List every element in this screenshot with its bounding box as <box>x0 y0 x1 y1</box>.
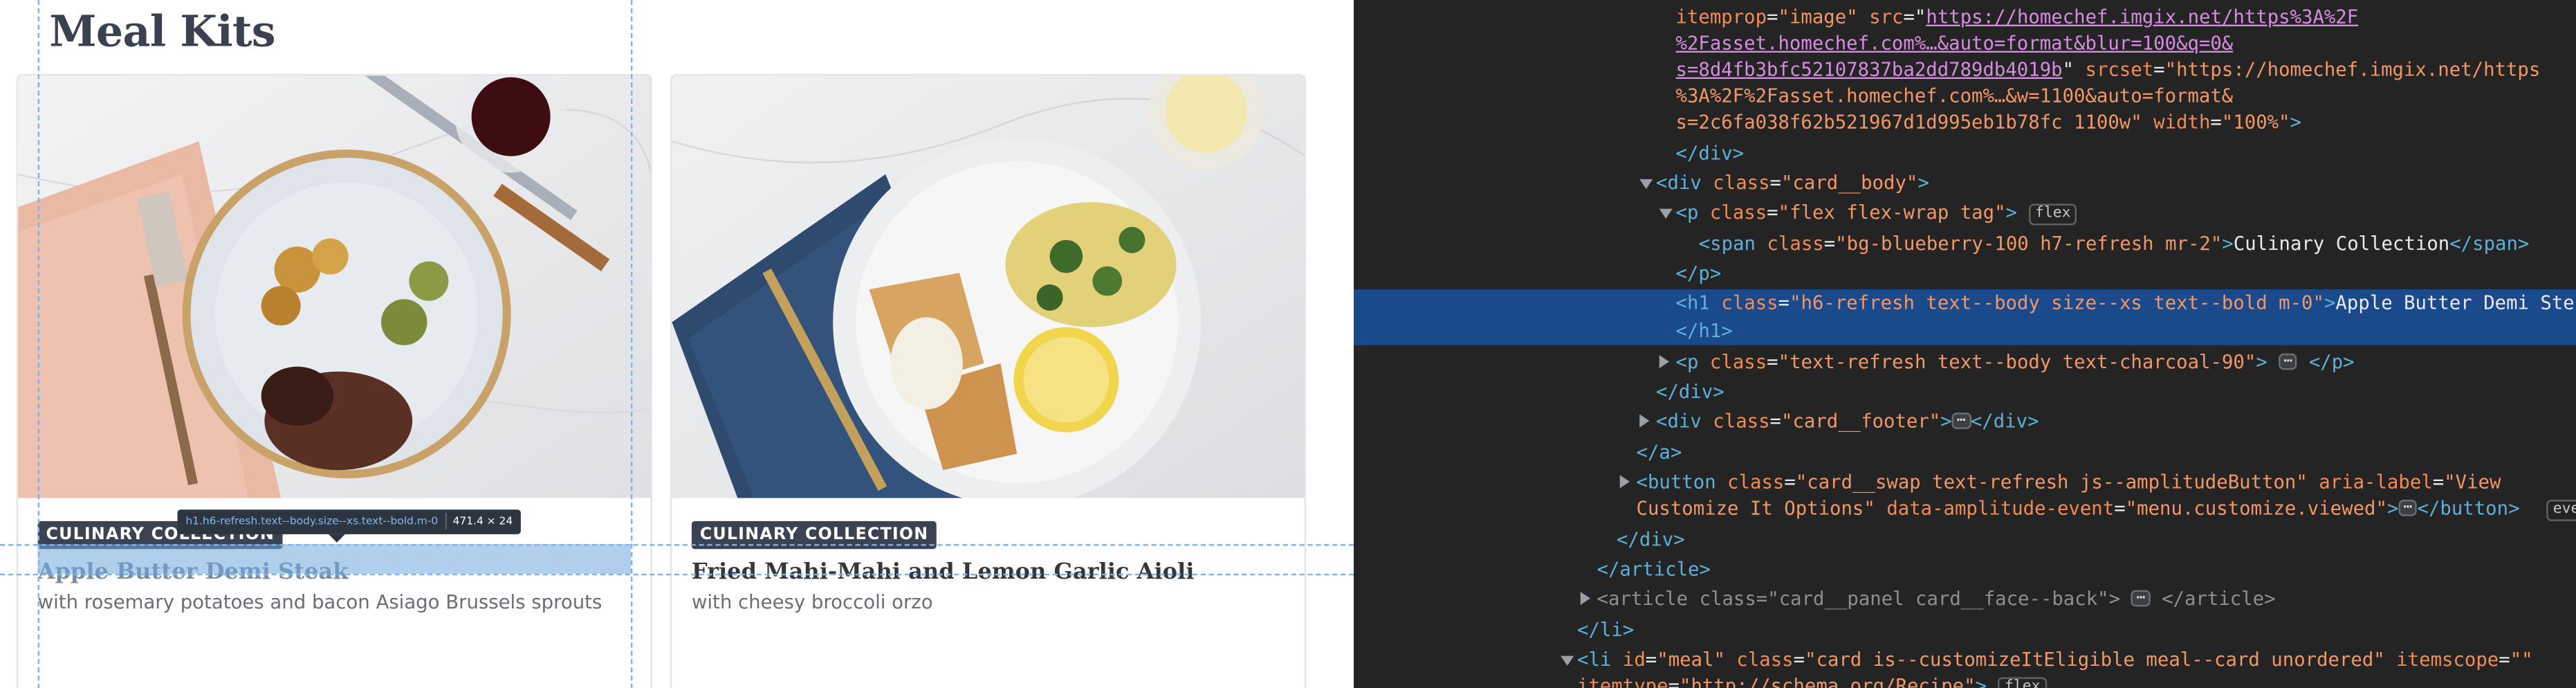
dom-line[interactable]: s=8d4fb3bfc52107837ba2dd789db4019b" srcs… <box>1676 56 2541 84</box>
dom-line[interactable]: Customize It Options" data-amplitude-eve… <box>1637 495 2520 523</box>
expand-triangle-icon[interactable] <box>1659 355 1669 368</box>
guide-line-horizontal <box>0 573 1354 576</box>
ellipsis-button[interactable]: ⋯ <box>2279 353 2298 370</box>
page-title: Meal Kits <box>49 8 275 58</box>
guide-line-vertical <box>37 0 39 688</box>
tooltip-size: 471.4 × 24 <box>452 514 513 528</box>
guide-line-horizontal <box>0 544 1354 546</box>
devtools-elements-panel[interactable]: itemprop="image" src="https://homechef.i… <box>1354 0 2576 688</box>
ellipsis-button[interactable]: ⋯ <box>2398 500 2418 516</box>
ellipsis-button[interactable]: ⋯ <box>2131 590 2151 607</box>
dom-line[interactable]: <div class="card__footer"> ⋯ </div> <box>1639 408 2039 435</box>
dom-line-overflow[interactable]: eve <box>2546 495 2576 523</box>
dom-line[interactable]: </div> <box>1676 140 1745 168</box>
expand-triangle-icon[interactable] <box>1619 475 1630 489</box>
dom-line[interactable]: %3A%2F%2Fasset.homechef.com%…&w=1100&aut… <box>1676 82 2234 110</box>
meal-image-mahi-mahi[interactable] <box>672 75 1305 498</box>
dom-line[interactable]: </div> <box>1656 378 1724 406</box>
dom-line[interactable]: <button class="card__swap text-refresh j… <box>1619 469 2501 496</box>
dom-line[interactable]: %2Fasset.homechef.com%…&auto=format&blur… <box>1676 30 2234 57</box>
dom-line[interactable]: </a> <box>1637 439 1682 467</box>
inspect-tooltip: h1.h6-refresh.text--body.size--xs.text--… <box>177 509 522 534</box>
flex-badge[interactable]: flex <box>1998 677 2048 688</box>
dom-line[interactable]: </p> <box>1676 260 1722 287</box>
collapse-triangle-icon[interactable] <box>1659 208 1673 219</box>
meal-subtitle: with rosemary potatoes and bacon Asiago … <box>37 590 602 613</box>
tooltip-selector: h1.h6-refresh.text--body.size--xs.text--… <box>185 514 439 528</box>
dom-line[interactable]: s=2c6fa038f62b521967d1d995eb1b78fc 1100w… <box>1676 109 2302 136</box>
tooltip-arrow <box>329 534 345 543</box>
dom-line[interactable]: itemtype="http://schema.org/Recipe"> fle… <box>1577 672 2048 688</box>
expand-triangle-icon[interactable] <box>1580 592 1590 605</box>
expand-triangle-icon[interactable] <box>1639 414 1650 428</box>
collapse-triangle-icon[interactable] <box>1561 655 1574 666</box>
dom-line[interactable]: itemprop="image" src="https://homechef.i… <box>1676 3 2359 31</box>
dom-line[interactable]: <div class="card__body"> <box>1639 170 1929 197</box>
dom-line[interactable]: </article> <box>1597 556 1711 583</box>
meal-card[interactable]: CULINARY COLLECTION Fried Mahi-Mahi and … <box>670 73 1307 688</box>
dom-line[interactable]: <article class="card__panel card__face--… <box>1580 586 2276 613</box>
collapse-triangle-icon[interactable] <box>1639 179 1653 190</box>
page-viewport: Meal Kits CULINARY COLLECTION with rosem… <box>0 0 1354 688</box>
flex-badge[interactable]: flex <box>2028 203 2078 226</box>
dom-line-selected[interactable]: <h1 class="h6-refresh text--body size--x… <box>1354 289 2576 318</box>
meal-card[interactable]: CULINARY COLLECTION Apple Butter Demi St… <box>16 73 652 688</box>
meal-title[interactable]: Fried Mahi-Mahi and Lemon Garlic Aioli <box>692 559 1300 586</box>
event-badge[interactable]: eve <box>2546 500 2576 521</box>
dom-line[interactable]: <li id="meal" class="card is--customizeI… <box>1561 646 2533 673</box>
guide-line-vertical <box>631 0 633 688</box>
inspect-highlight <box>37 544 631 574</box>
ellipsis-button[interactable]: ⋯ <box>1951 413 1971 429</box>
meal-image-steak[interactable] <box>18 75 651 498</box>
dom-line[interactable]: <p class="text-refresh text--body text-c… <box>1659 349 2355 377</box>
card-body: CULINARY COLLECTION Fried Mahi-Mahi and … <box>691 518 1300 613</box>
dom-line-selected[interactable]: </h1> <box>1354 317 2576 345</box>
meal-subtitle: with cheesy broccoli orzo <box>691 590 933 613</box>
dom-line[interactable]: <span class="bg-blueberry-100 h7-refresh… <box>1699 230 2530 258</box>
dom-line[interactable]: <p class="flex flex-wrap tag"> flex <box>1659 199 2078 226</box>
dom-line[interactable]: </div> <box>1617 526 1685 554</box>
dom-line[interactable]: </li> <box>1577 617 1634 644</box>
